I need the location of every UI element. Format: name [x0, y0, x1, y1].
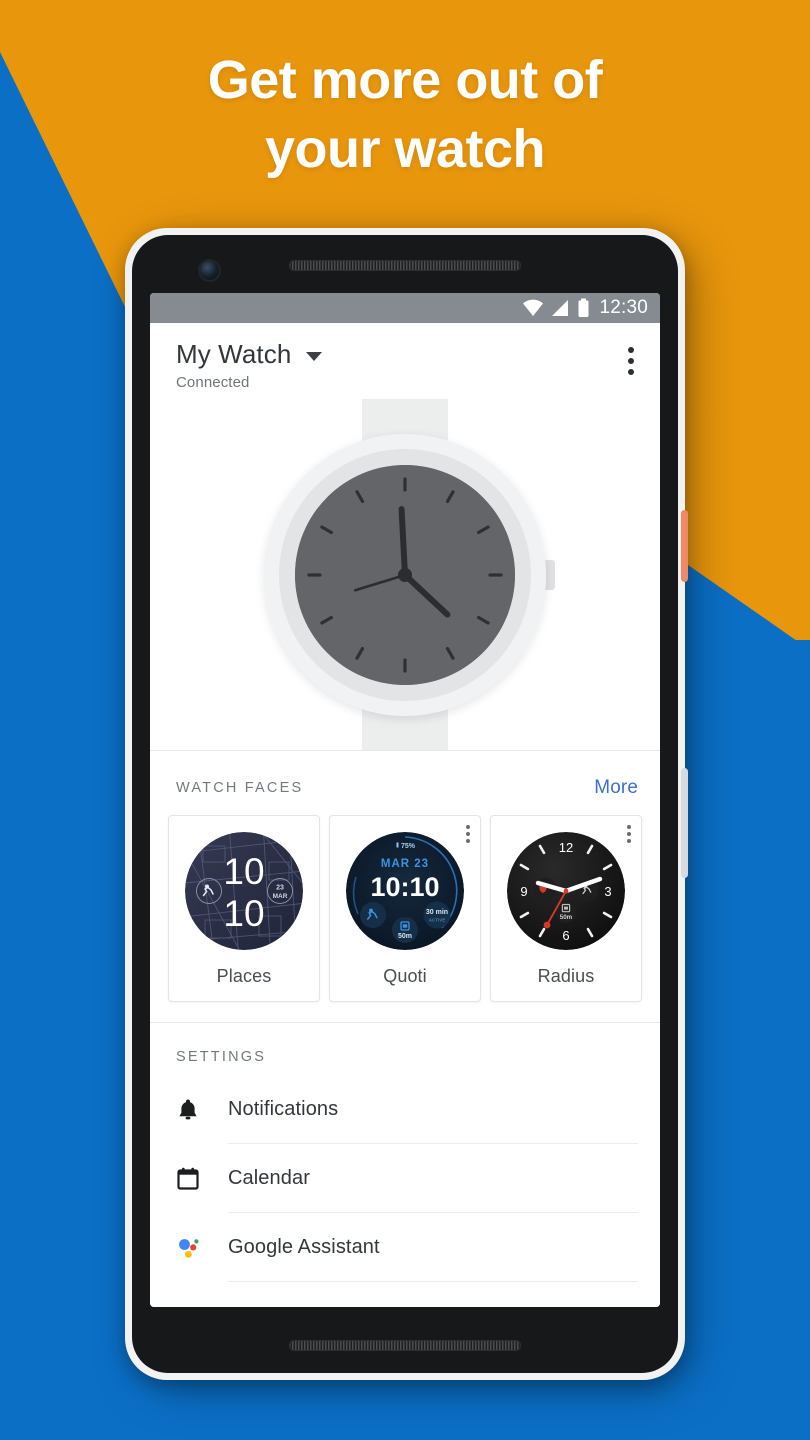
- watch-face-menu-icon[interactable]: [466, 825, 470, 843]
- watch-face-analog: [295, 464, 515, 685]
- overflow-dot: [466, 832, 470, 836]
- svg-text:MAR: MAR: [273, 893, 288, 900]
- battery-icon: [578, 298, 589, 317]
- settings-item-calendar[interactable]: Calendar: [150, 1144, 660, 1213]
- volume-button[interactable]: [681, 768, 688, 878]
- watch-face-menu-icon[interactable]: [627, 825, 631, 843]
- watch-face-name: Places: [216, 966, 272, 986]
- settings-section: SETTINGS Notifications Calendar Google A…: [150, 1023, 660, 1307]
- promo-headline-line-1: Get more out of: [207, 50, 603, 110]
- watch-faces-more-link[interactable]: More: [594, 777, 638, 799]
- settings-item-label: Calendar: [228, 1144, 638, 1213]
- promo-headline: Get more out of your watch: [0, 46, 810, 184]
- phone-mockup: 12:30 My Watch Connected WATCH FACES Mor…: [125, 228, 688, 1380]
- svg-text:9: 9: [520, 884, 527, 899]
- watch-faces-title: WATCH FACES: [176, 780, 304, 796]
- power-button[interactable]: [681, 510, 688, 582]
- overflow-dot: [628, 358, 634, 364]
- bell-icon: [176, 1097, 228, 1123]
- svg-text:6: 6: [562, 928, 569, 943]
- svg-text:23: 23: [276, 885, 284, 892]
- cellular-signal-icon: [552, 300, 569, 316]
- svg-text:50m: 50m: [560, 914, 573, 921]
- svg-text:10: 10: [223, 893, 264, 934]
- earpiece-speaker: [289, 260, 521, 271]
- svg-text:50m: 50m: [398, 933, 412, 940]
- watch-face-name: Quoti: [383, 966, 427, 986]
- svg-text:30 min: 30 min: [426, 909, 448, 916]
- calendar-icon: [176, 1166, 228, 1192]
- status-bar-clock: 12:30: [599, 297, 648, 318]
- watch-preview[interactable]: [150, 399, 660, 751]
- app-bar-left: My Watch Connected: [176, 339, 323, 391]
- page-title: My Watch: [176, 339, 292, 369]
- svg-text:10: 10: [223, 851, 264, 892]
- watch-face-card-places[interactable]: 23 MAR 10 10 Places: [168, 815, 320, 1002]
- svg-text:75%: 75%: [401, 843, 416, 850]
- phone-screen: 12:30 My Watch Connected WATCH FACES Mor…: [150, 293, 660, 1307]
- bottom-speaker: [289, 1340, 521, 1351]
- svg-text:3: 3: [604, 884, 611, 899]
- watch-selector[interactable]: My Watch: [176, 339, 323, 370]
- overflow-dot: [466, 839, 470, 843]
- overflow-dot: [466, 825, 470, 829]
- settings-header: SETTINGS: [150, 1023, 660, 1075]
- watch-face-name: Radius: [537, 966, 595, 986]
- svg-text:12: 12: [559, 840, 573, 855]
- phone-bezel: 12:30 My Watch Connected WATCH FACES Mor…: [132, 235, 678, 1373]
- overflow-menu-icon[interactable]: [622, 339, 640, 383]
- watch-face-card-radius[interactable]: 12 3 6 9 50m Radius: [490, 815, 642, 1002]
- settings-item-label: Notifications: [228, 1075, 638, 1144]
- svg-text:10:10: 10:10: [370, 872, 439, 902]
- svg-text:ACTIVE: ACTIVE: [429, 918, 446, 923]
- promo-headline-line-2: your watch: [264, 119, 546, 180]
- watch-faces-header: WATCH FACES More: [150, 751, 660, 815]
- settings-item-google-assistant[interactable]: Google Assistant: [150, 1213, 660, 1282]
- watch-face-preview-radius: 12 3 6 9 50m: [507, 832, 625, 950]
- app-bar: My Watch Connected: [150, 323, 660, 399]
- watch-face-preview-places: 23 MAR 10 10: [185, 832, 303, 950]
- overflow-dot: [627, 825, 631, 829]
- connection-status: Connected: [176, 374, 250, 391]
- settings-item-notifications[interactable]: Notifications: [150, 1075, 660, 1144]
- watch-face-preview-quoti: 75% MAR 23 10:10 30 min ACTIVE 50m: [346, 832, 464, 950]
- settings-title: SETTINGS: [176, 1049, 267, 1065]
- settings-item-label: Google Assistant: [228, 1213, 638, 1282]
- wifi-icon: [523, 299, 544, 316]
- overflow-dot: [628, 347, 634, 353]
- overflow-dot: [627, 832, 631, 836]
- watch-face-card-quoti[interactable]: 75% MAR 23 10:10 30 min ACTIVE 50m Quoti: [329, 815, 481, 1002]
- status-bar: 12:30: [150, 293, 660, 323]
- google-assistant-icon: [176, 1235, 228, 1261]
- svg-text:MAR 23: MAR 23: [381, 858, 429, 870]
- watch-faces-list: 23 MAR 10 10 Places 75% MAR 23 10:10 30 …: [150, 815, 660, 1022]
- overflow-dot: [627, 839, 631, 843]
- overflow-dot: [628, 369, 634, 375]
- front-camera-icon: [200, 261, 219, 280]
- chevron-down-icon: [306, 352, 323, 361]
- watch-faces-section: WATCH FACES More 23 MAR 10 10 Places 75%…: [150, 751, 660, 1023]
